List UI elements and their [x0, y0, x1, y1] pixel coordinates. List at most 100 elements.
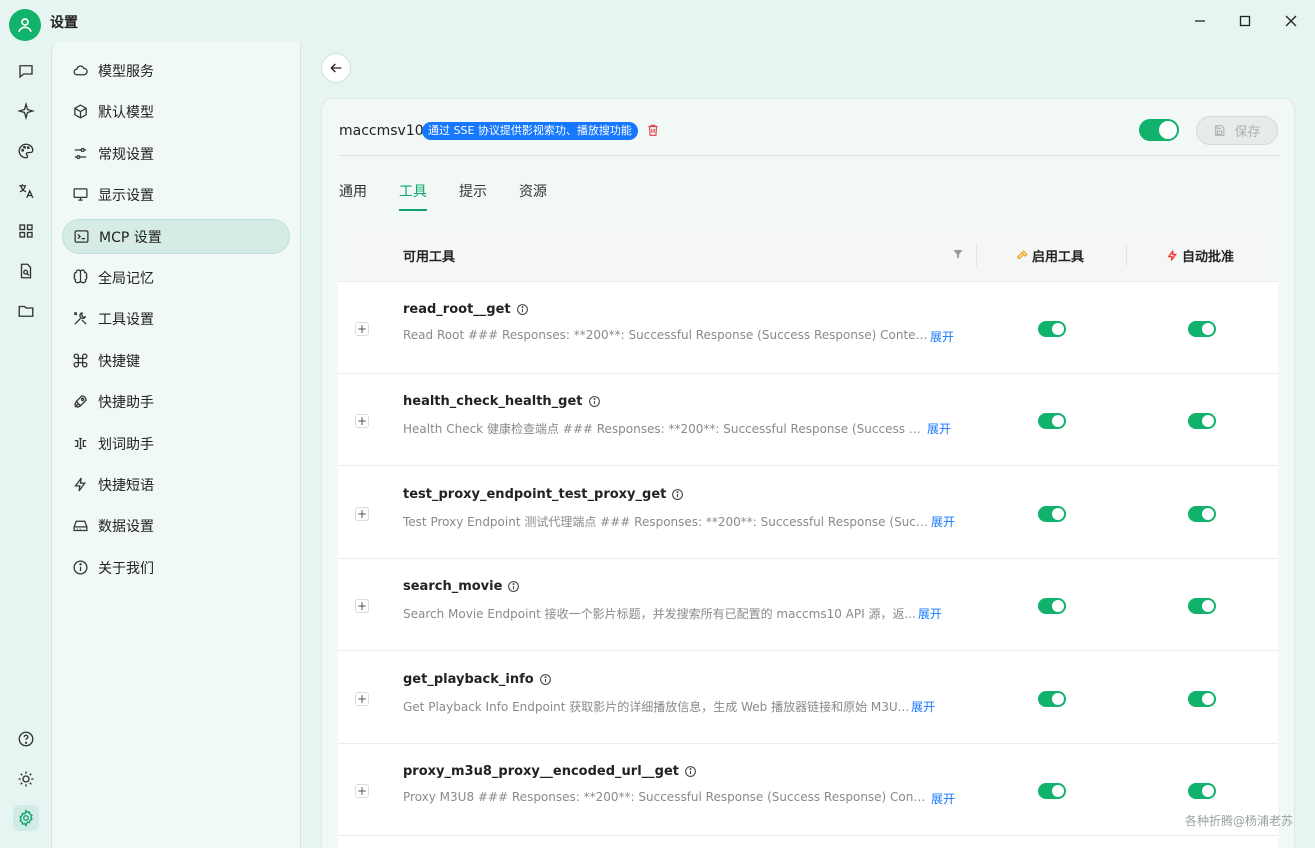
user-avatar[interactable] — [9, 9, 41, 41]
nav-item-mcp[interactable]: MCP 设置 — [62, 219, 290, 254]
column-separator — [976, 244, 977, 266]
cube-icon — [74, 104, 87, 119]
nav-item-display[interactable]: 显示设置 — [62, 177, 290, 212]
auto-approve-toggle[interactable] — [1188, 783, 1216, 799]
nav-item-shortcuts[interactable]: 快捷键 — [62, 343, 290, 378]
rail-apps[interactable] — [13, 218, 39, 244]
minimize-button[interactable] — [1187, 8, 1213, 34]
server-description-tag: 通过 SSE 协议提供影视索功、播放搜功能 — [422, 122, 638, 140]
active-tab-indicator — [399, 209, 427, 211]
tool-description: Health Check 健康检查端点 ### Responses: **200… — [403, 420, 951, 437]
auto-approve-toggle[interactable] — [1188, 506, 1216, 522]
tool-description-text: Read Root ### Responses: **200**: Succes… — [403, 328, 928, 342]
tool-name: search_movie — [403, 579, 520, 594]
info-icon[interactable] — [516, 303, 529, 316]
enable-tool-toggle[interactable] — [1038, 691, 1066, 707]
text-cursor-icon — [74, 437, 87, 450]
nav-item-label: 关于我们 — [98, 560, 154, 577]
rail-paintings[interactable] — [13, 138, 39, 164]
tab-resources[interactable]: 资源 — [519, 181, 547, 201]
tool-name-text: search_movie — [403, 579, 503, 594]
tool-name: test_proxy_endpoint_test_proxy_get — [403, 487, 684, 502]
row-expand-button[interactable]: + — [355, 414, 369, 428]
nav-item-quick-phrases[interactable]: 快捷短语 — [62, 467, 290, 502]
auto-approve-toggle[interactable] — [1188, 413, 1216, 429]
info-icon[interactable] — [684, 765, 697, 778]
save-icon — [1215, 125, 1225, 136]
filter-button[interactable] — [952, 248, 964, 264]
nav-item-general[interactable]: 常规设置 — [62, 136, 290, 171]
nav-item-tools[interactable]: 工具设置 — [62, 301, 290, 336]
tool-name: proxy_m3u8_proxy__encoded_url__get — [403, 764, 697, 779]
back-button[interactable] — [321, 53, 351, 83]
expand-link[interactable]: 展开 — [930, 328, 954, 345]
enable-tool-toggle[interactable] — [1038, 413, 1066, 429]
auto-approve-toggle[interactable] — [1188, 598, 1216, 614]
info-icon — [73, 560, 88, 575]
info-icon[interactable] — [588, 395, 601, 408]
nav-item-memory[interactable]: 全局记忆 — [62, 260, 290, 295]
info-icon[interactable] — [671, 488, 684, 501]
main-panel: maccmsv10 通过 SSE 协议提供影视索功、播放搜功能 保存 通用 工具… — [301, 42, 1315, 848]
grid-icon — [19, 224, 33, 238]
watermark: 各种折腾@杨浦老苏 — [1184, 814, 1293, 828]
window-title: 设置 — [50, 15, 78, 31]
nav-item-about[interactable]: 关于我们 — [62, 550, 290, 585]
delete-button[interactable] — [646, 123, 660, 141]
info-icon[interactable] — [507, 580, 520, 593]
nav-item-quick-assistant[interactable]: 快捷助手 — [62, 384, 290, 419]
rail-settings[interactable] — [13, 805, 39, 831]
close-button[interactable] — [1278, 8, 1304, 34]
expand-link[interactable]: 展开 — [911, 698, 935, 715]
row-expand-button[interactable]: + — [355, 599, 369, 613]
nav-item-data[interactable]: 数据设置 — [62, 508, 290, 543]
tool-name-text: get_playback_info — [403, 672, 534, 687]
header-divider — [339, 155, 1279, 156]
row-expand-button[interactable]: + — [355, 692, 369, 706]
column-separator — [1126, 244, 1127, 266]
row-expand-button[interactable]: + — [355, 784, 369, 798]
nav-item-default-model[interactable]: 默认模型 — [62, 94, 290, 129]
tab-prompts[interactable]: 提示 — [459, 181, 487, 201]
enable-tool-toggle[interactable] — [1038, 506, 1066, 522]
rail-agents[interactable] — [13, 98, 39, 124]
rail-chat[interactable] — [13, 58, 39, 84]
rail-help[interactable] — [13, 726, 39, 752]
nav-item-label: 全局记忆 — [98, 270, 154, 287]
expand-link[interactable]: 展开 — [918, 605, 942, 622]
nav-item-model-service[interactable]: 模型服务 — [62, 53, 290, 88]
maximize-button[interactable] — [1232, 8, 1258, 34]
rail-translate[interactable] — [13, 178, 39, 204]
info-icon[interactable] — [539, 673, 552, 686]
maximize-icon — [1239, 15, 1251, 27]
enable-tool-toggle[interactable] — [1038, 321, 1066, 337]
table-row: + search_movie Search Movie Endpoint 接收一… — [338, 559, 1278, 651]
tool-name: health_check_health_get — [403, 394, 601, 409]
expand-link[interactable]: 展开 — [927, 420, 951, 437]
expand-link[interactable]: 展开 — [931, 790, 955, 807]
auto-approve-toggle[interactable] — [1188, 691, 1216, 707]
tab-general[interactable]: 通用 — [339, 181, 367, 201]
close-icon — [1285, 15, 1297, 27]
nav-item-label: 默认模型 — [98, 104, 154, 121]
help-icon — [18, 731, 34, 747]
translate-icon — [19, 184, 34, 199]
rail-knowledge[interactable] — [13, 258, 39, 284]
tool-name-text: health_check_health_get — [403, 394, 583, 409]
nav-item-selection-assistant[interactable]: 划词助手 — [62, 426, 290, 461]
tab-tools[interactable]: 工具 — [399, 181, 427, 201]
row-expand-button[interactable]: + — [355, 322, 369, 336]
server-enable-toggle[interactable] — [1139, 119, 1179, 141]
expand-link[interactable]: 展开 — [931, 513, 955, 530]
save-button[interactable]: 保存 — [1196, 116, 1278, 145]
tool-description: Test Proxy Endpoint 测试代理端点 ### Responses… — [403, 513, 955, 530]
rail-theme[interactable] — [13, 766, 39, 792]
auto-approve-toggle[interactable] — [1188, 321, 1216, 337]
brain-icon — [73, 269, 88, 284]
row-expand-button[interactable]: + — [355, 507, 369, 521]
column-header-tools: 可用工具 — [403, 250, 456, 265]
enable-tool-toggle[interactable] — [1038, 598, 1066, 614]
tool-description-text: Search Movie Endpoint 接收一个影片标题，并发搜索所有已配置… — [403, 607, 916, 621]
enable-tool-toggle[interactable] — [1038, 783, 1066, 799]
rail-files[interactable] — [13, 298, 39, 324]
